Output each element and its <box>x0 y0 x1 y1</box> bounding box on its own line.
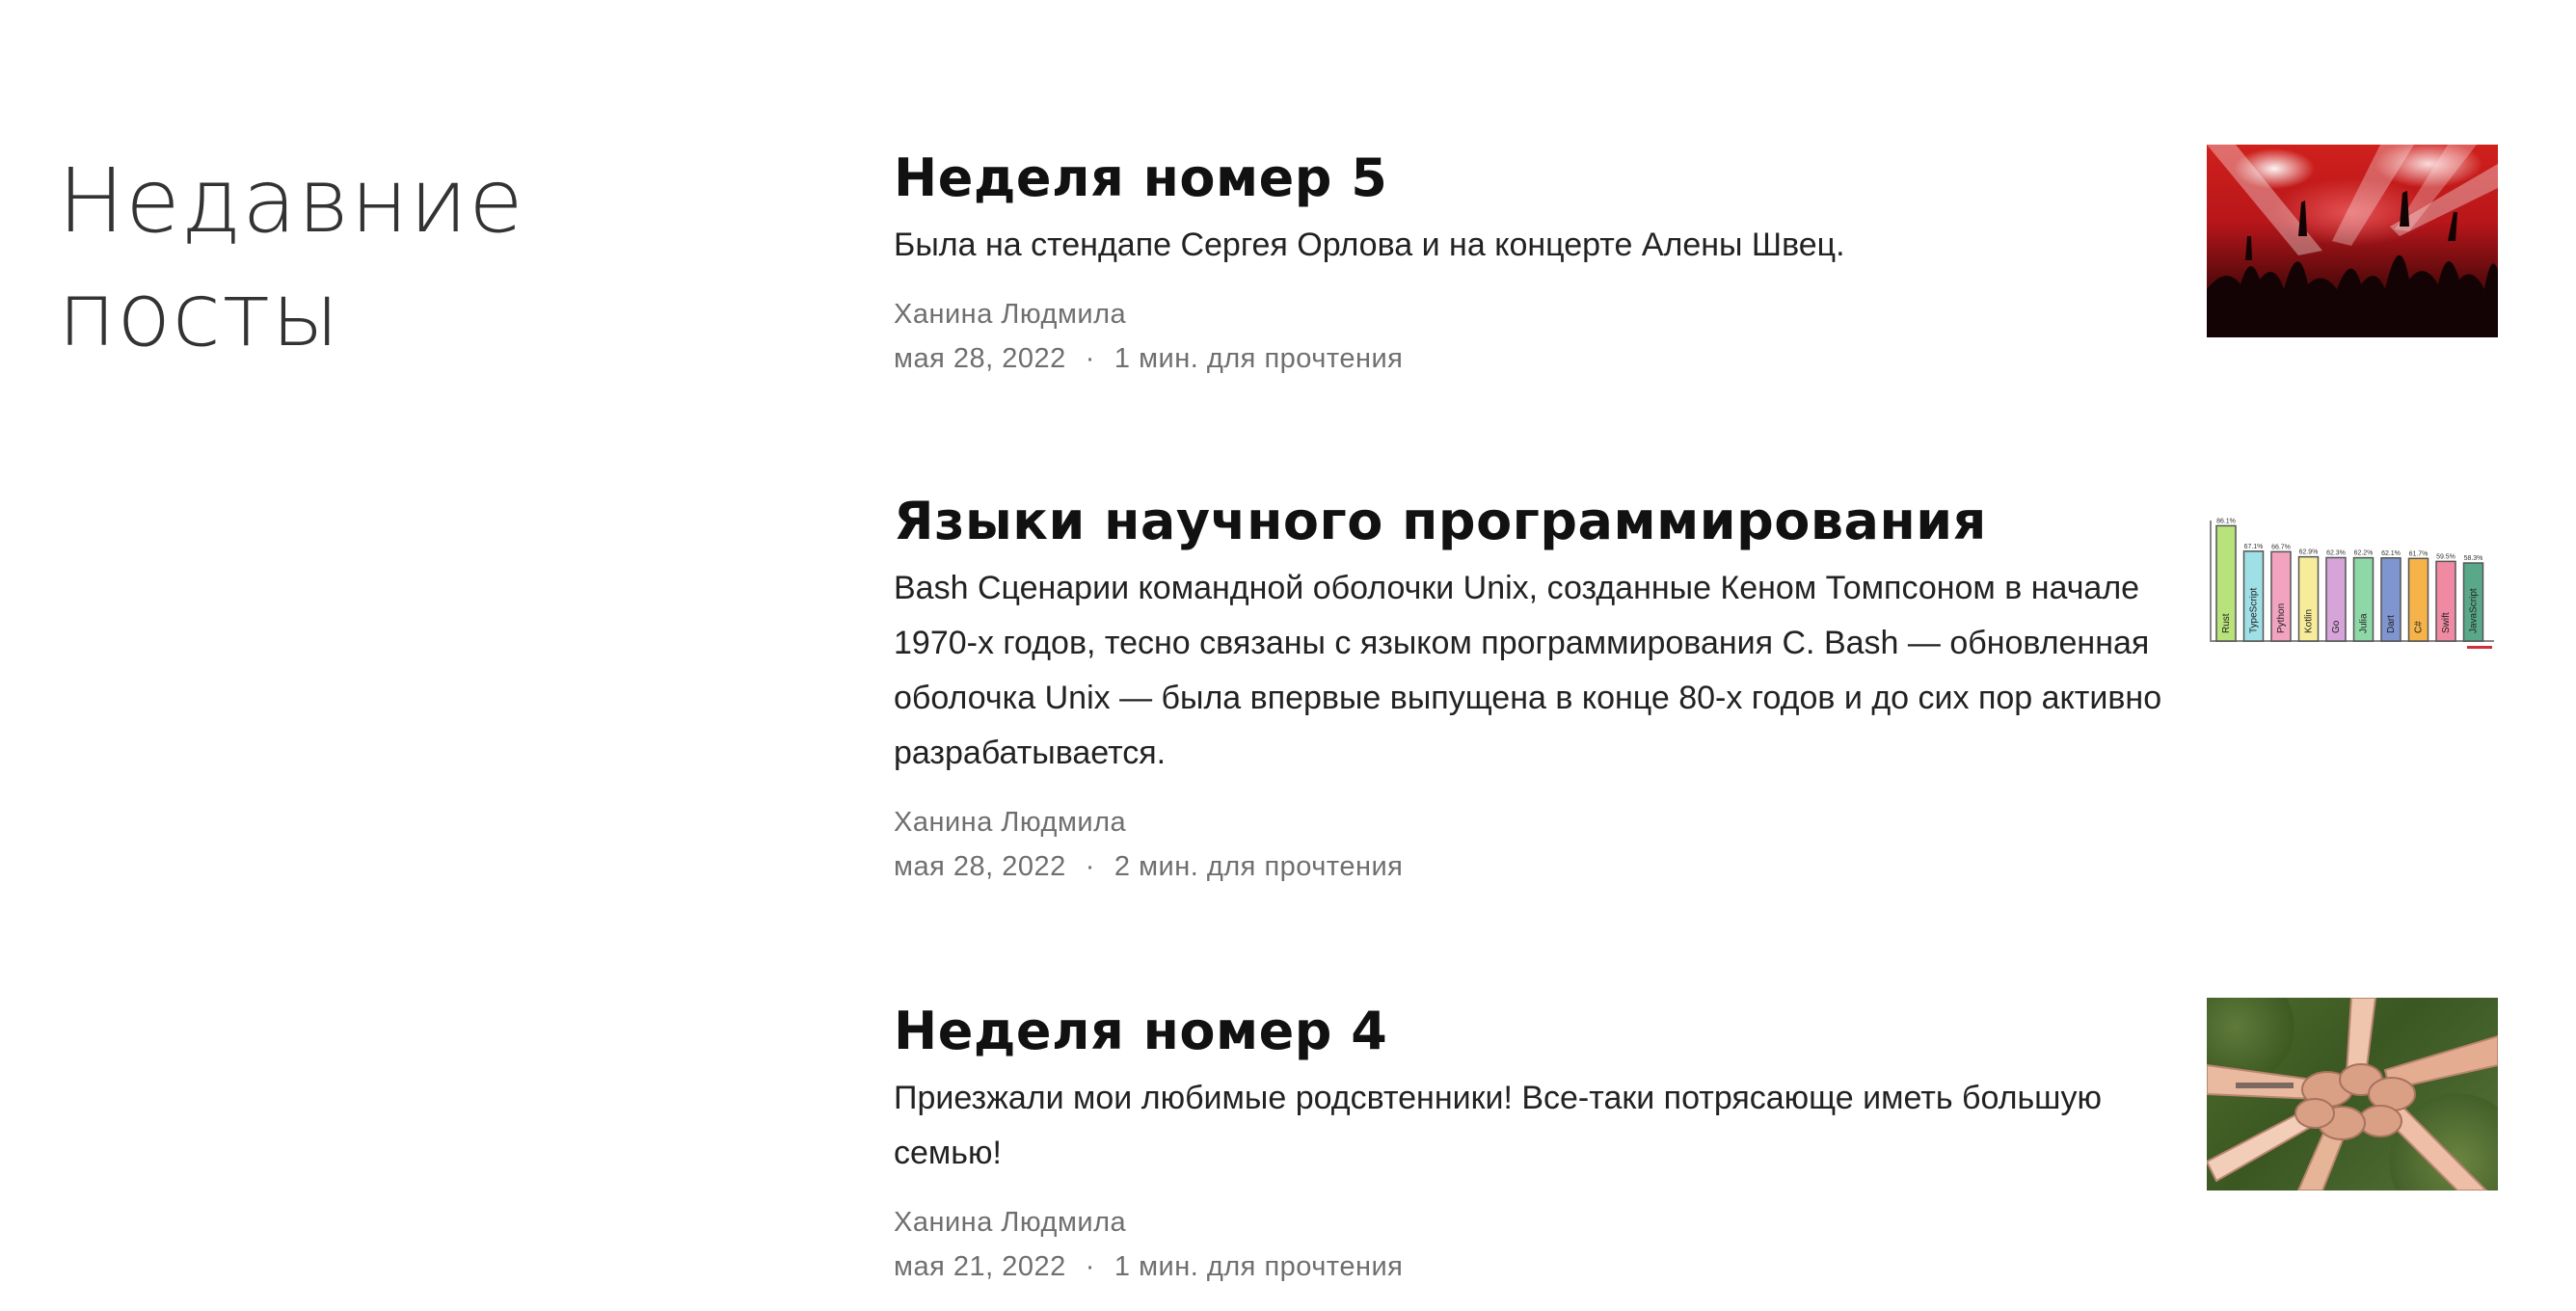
chart-category-label: Go <box>2331 620 2342 633</box>
chart-source-mark <box>2467 646 2492 649</box>
chart-category-label: Swift <box>2441 612 2452 633</box>
chart-value-label: 62.9% <box>2299 549 2319 556</box>
post-date: мая 21, 2022 <box>894 1251 1066 1282</box>
chart-value-label: 59.5% <box>2436 553 2455 560</box>
post-read-time: 2 мин. для прочтения <box>1114 851 1404 882</box>
section-title: Недавние посты <box>58 149 524 366</box>
post-author[interactable]: Ханина Людмила <box>894 1200 2513 1244</box>
chart-category-label: JavaScript <box>2469 588 2480 633</box>
meta-separator: · <box>1085 1251 1095 1282</box>
hands-circle-graphic <box>2207 998 2498 1191</box>
chart-value-label: 67.1% <box>2244 544 2264 550</box>
concert-crowd-graphic <box>2207 145 2498 337</box>
post-read-time: 1 мин. для прочтения <box>1114 1251 1404 1282</box>
chart-value-label: 62.2% <box>2354 550 2374 557</box>
chart-category-label: Kotlin <box>2304 609 2315 633</box>
meta-separator: · <box>1085 343 1095 374</box>
chart-value-label: 61.7% <box>2409 550 2428 557</box>
post-excerpt: Была на стендапе Сергея Орлова и на конц… <box>894 227 1845 263</box>
post-excerpt: Bash Сценарии командной оболочки Unix, с… <box>894 570 2162 771</box>
post-thumbnail-languages-chart[interactable]: 86.1% Rust 67.1% TypeScript 66.7% Python 62.9%… <box>2207 501 2498 660</box>
chart-category-label: Dart <box>2386 615 2397 633</box>
chart-category-label: Rust <box>2221 613 2232 633</box>
post-read-time: 1 мин. для прочтения <box>1114 343 1404 374</box>
languages-chart-graphic: 86.1% Rust 67.1% TypeScript 66.7% Python 62.9%… <box>2210 518 2494 649</box>
chart-value-label: 62.3% <box>2326 549 2346 556</box>
post-date: мая 28, 2022 <box>894 343 1066 374</box>
chart-category-label: TypeScript <box>2249 588 2260 633</box>
chart-value-label: 58.3% <box>2464 555 2483 562</box>
chart-value-label: 86.1% <box>2216 518 2236 524</box>
post-excerpt: Приезжали мои любимые родсвтенники! Все-… <box>894 1080 2102 1171</box>
post-meta: мая 28, 2022 · 2 мин. для прочтения <box>894 844 2513 889</box>
post-thumbnail-concert[interactable] <box>2207 145 2498 337</box>
post-author[interactable]: Ханина Людмила <box>894 800 2513 844</box>
chart-category-label: Python <box>2276 603 2287 633</box>
chart-value-label: 66.7% <box>2271 544 2291 550</box>
chart-category-label: Julia <box>2359 613 2370 633</box>
post-date: мая 28, 2022 <box>894 851 1066 882</box>
chart-category-label: C# <box>2414 621 2425 633</box>
post-meta: мая 28, 2022 · 1 мин. для прочтения <box>894 336 2513 381</box>
recent-posts-page: Недавние посты Неделя номер 5 Была на ст… <box>0 0 2576 1311</box>
post-thumbnail-hands[interactable] <box>2207 998 2498 1191</box>
meta-separator: · <box>1085 851 1095 882</box>
chart-value-label: 62.1% <box>2381 550 2401 557</box>
post-meta: мая 21, 2022 · 1 мин. для прочтения <box>894 1244 2513 1289</box>
